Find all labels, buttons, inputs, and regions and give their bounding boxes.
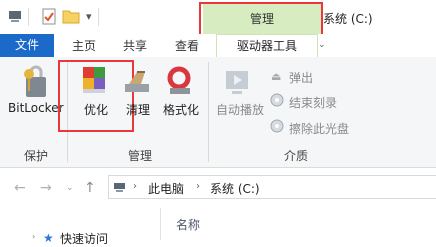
column-header-name[interactable]: 名称	[176, 216, 200, 233]
title-divider	[28, 8, 29, 26]
quick-access-toolbar-dropdown-icon[interactable]: ▾	[86, 10, 92, 23]
group-label-manage: 管理	[128, 149, 153, 163]
tab-view[interactable]: 查看	[175, 37, 199, 54]
title-divider-2	[98, 8, 99, 26]
tab-drive-tools[interactable]: 驱动器工具	[216, 34, 318, 57]
autoplay-button: 自动播放	[216, 103, 265, 117]
format-icon[interactable]	[166, 66, 194, 98]
properties-icon[interactable]	[42, 8, 56, 26]
tab-share[interactable]: 共享	[123, 37, 147, 54]
breadcrumb-separator-icon[interactable]: ›	[133, 181, 137, 192]
bitlocker-button[interactable]: BitLocker	[8, 101, 64, 115]
drive-icon	[114, 183, 125, 192]
erase-disc-button: 擦除此光盘	[289, 122, 350, 136]
tab-file[interactable]: 文件	[0, 34, 54, 57]
ribbon-expand-icon[interactable]: ⌄	[318, 40, 326, 50]
eject-icon: ⏏	[271, 70, 282, 83]
back-arrow-icon[interactable]: ←	[14, 180, 26, 196]
bitlocker-icon[interactable]	[20, 64, 54, 100]
star-icon: ★	[43, 231, 54, 245]
group-label-protect: 保护	[24, 149, 49, 163]
new-folder-icon[interactable]	[62, 8, 80, 24]
cleanup-button[interactable]: 清理	[126, 101, 150, 118]
computer-icon	[9, 11, 21, 22]
eject-button: 弹出	[289, 71, 314, 85]
format-button[interactable]: 格式化	[163, 101, 199, 118]
tab-home[interactable]: 主页	[72, 37, 96, 54]
recent-locations-icon[interactable]: ⌄	[66, 183, 74, 193]
autoplay-icon	[226, 71, 248, 94]
breadcrumb-separator-icon[interactable]: ›	[196, 181, 200, 192]
group-separator	[208, 62, 209, 162]
nav-quick-access[interactable]: 快速访问	[60, 230, 108, 247]
forward-arrow-icon[interactable]: →	[40, 180, 52, 196]
pane-divider	[160, 208, 161, 240]
finish-burn-icon	[270, 93, 284, 107]
finish-burn-button: 结束刻录	[289, 96, 338, 110]
group-label-media: 介质	[284, 149, 309, 163]
erase-disc-icon	[270, 119, 284, 133]
up-arrow-icon[interactable]: ↑	[84, 180, 96, 196]
window-title: 系统 (C:)	[323, 12, 373, 26]
breadcrumb-this-pc[interactable]: 此电脑	[148, 180, 184, 197]
cleanup-icon[interactable]	[123, 68, 153, 98]
breadcrumb-system-c[interactable]: 系统 (C:)	[210, 180, 260, 197]
